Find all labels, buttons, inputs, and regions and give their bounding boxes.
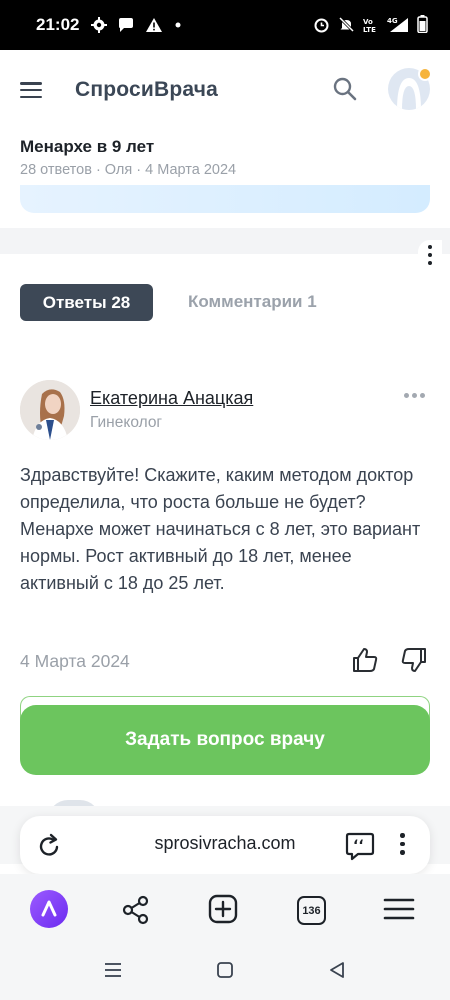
search-icon[interactable] (332, 76, 358, 107)
app-header: СпросиВрача (0, 50, 450, 130)
status-bar: 21:02 Vo LTE 4G (0, 0, 450, 50)
hamburger-icon[interactable] (20, 82, 42, 98)
doctor-name-link[interactable]: Екатерина Анацкая (90, 388, 253, 409)
answer-paragraph: Менархе может начинаться с 8 лет, это ва… (20, 519, 421, 593)
new-tab-icon[interactable] (208, 894, 238, 929)
answer-body: Здравствуйте! Скажите, каким методом док… (20, 462, 435, 597)
svg-text:Vo: Vo (363, 18, 373, 26)
svg-text:LTE: LTE (363, 26, 376, 33)
question-title: Менархе в 9 лет (20, 137, 155, 156)
browser-menu-kebab-icon[interactable] (400, 833, 405, 855)
chat-bubble-icon (117, 17, 135, 33)
alice-icon[interactable] (30, 890, 68, 928)
doctor-role: Гинеколог (90, 414, 163, 431)
share-icon[interactable] (121, 895, 151, 930)
svg-text:4G: 4G (387, 17, 398, 25)
signal-4g-icon: 4G (387, 16, 409, 33)
status-time: 21:02 (36, 15, 80, 34)
tabs-count-icon[interactable]: 136 (297, 896, 326, 925)
answer-date: 4 Марта 2024 (20, 651, 130, 671)
gear-icon (91, 17, 108, 33)
tab-answers[interactable]: Ответы 28 (20, 284, 153, 321)
thumbs-down-icon[interactable] (400, 646, 428, 679)
recent-apps-icon[interactable] (104, 962, 122, 983)
question-meta: 28 ответов · Оля · 4 Марта 2024 (20, 162, 237, 178)
doctor-avatar[interactable] (20, 380, 80, 440)
mute-icon (338, 16, 355, 33)
warning-icon (145, 17, 163, 33)
brand-logo[interactable]: СпросиВрача (75, 78, 218, 102)
answer-more-icon[interactable] (404, 393, 425, 398)
back-icon[interactable] (328, 961, 346, 984)
home-icon[interactable] (217, 962, 233, 983)
url-text[interactable]: sprosivracha.com (0, 833, 450, 854)
section-divider (0, 228, 450, 254)
more-options-icon[interactable] (418, 240, 442, 270)
thumbs-up-icon[interactable] (351, 646, 379, 679)
quote-icon[interactable]: ‘‘ (345, 831, 375, 866)
battery-icon (417, 15, 428, 33)
svg-text:‘‘: ‘‘ (353, 838, 364, 854)
tab-comments[interactable]: Комментарии 1 (188, 292, 317, 312)
info-banner (20, 185, 430, 213)
dot-icon (173, 20, 183, 30)
alarm-icon (313, 16, 330, 33)
notification-dot (418, 67, 432, 81)
browser-menu-icon[interactable] (383, 896, 415, 927)
volte-icon: Vo LTE (363, 16, 379, 33)
answer-paragraph: Здравствуйте! Скажите, каким методом док… (20, 465, 414, 512)
ask-doctor-button[interactable]: Задать вопрос врачу (20, 705, 430, 775)
